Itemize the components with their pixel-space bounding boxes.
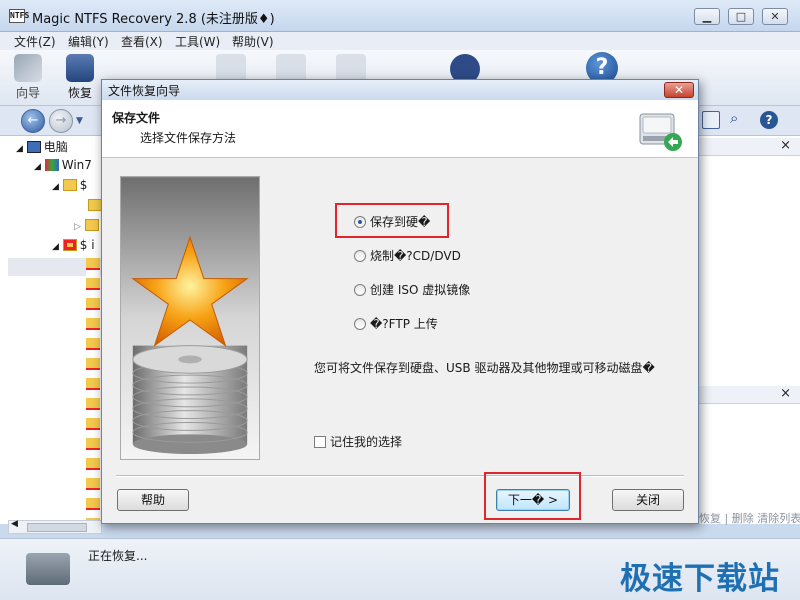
- status-bar: 正在恢复... 极速下载站: [0, 538, 800, 600]
- help-button[interactable]: 帮助: [117, 489, 189, 511]
- deleted-file-icons-column: [86, 258, 100, 520]
- radio-icon[interactable]: [354, 284, 366, 296]
- save-list-icon[interactable]: [702, 111, 720, 129]
- recover-label: 恢复: [67, 86, 92, 100]
- maximize-button[interactable]: □: [728, 8, 754, 25]
- window-title: Magic NTFS Recovery 2.8 (未注册版♦): [32, 12, 275, 27]
- remember-choice-label: 记住我的选择: [330, 435, 403, 449]
- menu-help[interactable]: 帮助(V): [232, 33, 274, 50]
- drive-status-icon: [26, 553, 70, 585]
- close-dialog-button[interactable]: 关闭: [612, 489, 684, 511]
- recovery-list-header: ×: [699, 386, 800, 404]
- wizard-tools-icon: [14, 54, 42, 82]
- menu-file[interactable]: 文件(Z): [14, 33, 56, 50]
- menu-edit[interactable]: 编辑(Y): [68, 33, 109, 50]
- option-label: 保存到硬�: [370, 215, 431, 229]
- tree-item-computer[interactable]: ◢ 电脑: [16, 138, 68, 156]
- close-window-button[interactable]: ✕: [762, 8, 788, 25]
- tree-item-label: Win7: [61, 158, 92, 172]
- step-subtitle: 选择文件保存方法: [140, 131, 237, 145]
- recovery-star-artwork: [120, 176, 260, 460]
- tree-item-deleted-folder[interactable]: ◢ $ i: [52, 238, 95, 256]
- preview-panel-header: ×: [699, 138, 800, 156]
- main-titlebar: NTFS Magic NTFS Recovery 2.8 (未注册版♦) ▁ □…: [0, 0, 800, 32]
- network-drive-icon: [44, 159, 59, 171]
- tree-item-win7[interactable]: ◢ Win7: [34, 158, 92, 176]
- file-recovery-wizard-dialog: 文件恢复向导 ✕ 保存文件 选择文件保存方法 保存到硬� 烧制�?CD/DVD …: [101, 79, 699, 524]
- watermark-text: 极速下载站: [620, 561, 780, 597]
- folder-icon: [62, 179, 77, 191]
- back-icon[interactable]: ←: [21, 109, 45, 133]
- help-small-icon[interactable]: ?: [760, 111, 778, 129]
- history-dropdown-icon[interactable]: ▼: [76, 116, 83, 126]
- option-label: 创建 ISO 虚拟镜像: [370, 283, 471, 297]
- recover-bag-icon: [66, 54, 94, 82]
- tree-item-folder[interactable]: ◢ $: [52, 178, 87, 196]
- option-save-to-disk[interactable]: 保存到硬�: [354, 213, 430, 230]
- clear-list-link[interactable]: 清除列表: [757, 512, 800, 525]
- option-ftp-upload[interactable]: �?FTP 上传: [354, 315, 438, 332]
- option-description: 您可将文件保存到硬盘、USB 驱动器及其他物理或可移动磁盘�: [314, 361, 655, 375]
- app-logo-icon: NTFS: [9, 9, 29, 23]
- delete-action-link[interactable]: 删除: [732, 512, 754, 525]
- recovery-list-actions: 恢复 | 删除 清除列表: [699, 512, 800, 525]
- wizard-button[interactable]: 向导: [6, 52, 50, 102]
- tree-expand-icon[interactable]: ▷: [74, 218, 102, 236]
- menu-bar: 文件(Z) 编辑(Y) 查看(X) 工具(W) 帮助(V): [0, 32, 800, 50]
- menu-tools[interactable]: 工具(W): [175, 33, 220, 50]
- step-title: 保存文件: [112, 111, 161, 125]
- option-burn-cd-dvd[interactable]: 烧制�?CD/DVD: [354, 247, 461, 264]
- radio-icon[interactable]: [354, 318, 366, 330]
- menu-view[interactable]: 查看(X): [121, 33, 163, 50]
- option-label: 烧制�?CD/DVD: [370, 249, 461, 263]
- radio-icon[interactable]: [354, 250, 366, 262]
- remember-choice-checkbox[interactable]: 记住我的选择: [314, 433, 402, 450]
- radio-selected-icon[interactable]: [354, 216, 366, 228]
- right-side-panel: × × 恢复 | 删除 清除列表: [698, 136, 800, 525]
- dialog-header: 保存文件 选择文件保存方法: [102, 100, 698, 158]
- button-separator: [116, 475, 684, 477]
- recover-button[interactable]: 恢复: [58, 52, 102, 102]
- option-create-iso[interactable]: 创建 ISO 虚拟镜像: [354, 281, 470, 298]
- recover-action-link[interactable]: 恢复: [699, 512, 721, 525]
- next-button[interactable]: 下一� >: [496, 489, 570, 511]
- close-preview-panel-icon[interactable]: ×: [780, 138, 791, 153]
- hard-drive-save-icon: [639, 113, 682, 151]
- checkbox-icon[interactable]: [314, 436, 326, 448]
- deleted-folder-icon: [62, 239, 77, 251]
- folder-tree-pane: ◢ 电脑 ◢ Win7 ◢ $ ▷ ◢ $ i: [0, 136, 102, 524]
- status-text: 正在恢复...: [88, 549, 148, 563]
- close-recovery-list-icon[interactable]: ×: [780, 386, 791, 401]
- tree-item-label: 电脑: [43, 140, 68, 154]
- dialog-close-button[interactable]: ✕: [664, 82, 694, 98]
- option-label: �?FTP 上传: [370, 317, 438, 331]
- dialog-title: 文件恢复向导: [108, 84, 181, 98]
- search-icon[interactable]: ⌕: [730, 109, 738, 127]
- tree-item-label: $: [79, 178, 88, 192]
- forward-icon[interactable]: →: [49, 109, 73, 133]
- wizard-label: 向导: [15, 86, 40, 100]
- computer-icon: [26, 141, 41, 153]
- dialog-titlebar: 文件恢复向导 ✕: [102, 80, 698, 100]
- tree-item-label: $ i: [79, 238, 95, 252]
- minimize-button[interactable]: ▁: [694, 8, 720, 25]
- tree-horizontal-scrollbar[interactable]: ◀: [8, 519, 102, 534]
